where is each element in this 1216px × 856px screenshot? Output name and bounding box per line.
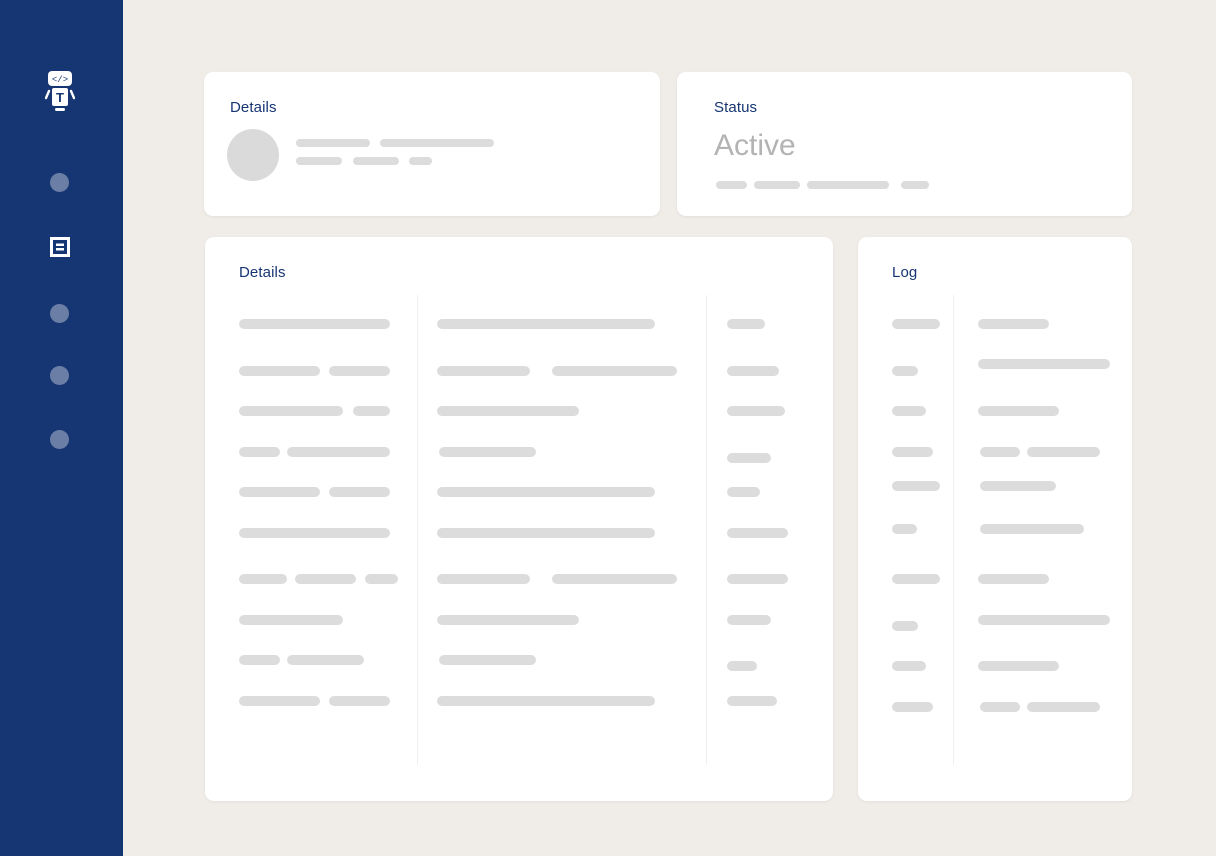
table-cell	[239, 574, 287, 584]
table-cell	[239, 366, 320, 376]
table-cell	[437, 319, 655, 329]
robot-logo-icon[interactable]: </> T	[45, 70, 75, 112]
table-cell	[329, 696, 390, 706]
nav-item-4[interactable]	[50, 366, 69, 385]
placeholder-line	[380, 139, 494, 147]
placeholder-line	[716, 181, 747, 189]
column-divider	[417, 295, 418, 765]
table-cell	[437, 366, 530, 376]
table-cell	[437, 528, 655, 538]
details-summary-card: Details	[204, 72, 660, 216]
log-cell	[978, 406, 1059, 416]
log-cell	[978, 359, 1110, 369]
log-cell	[892, 621, 918, 631]
log-cell	[892, 524, 917, 534]
table-cell	[439, 447, 536, 457]
details-table-card: Details	[205, 237, 833, 801]
placeholder-line	[901, 181, 929, 189]
table-cell	[727, 453, 771, 463]
log-cell	[892, 319, 940, 329]
table-cell	[727, 661, 757, 671]
table-cell	[239, 447, 280, 457]
table-cell	[295, 574, 356, 584]
table-cell	[239, 655, 280, 665]
avatar	[227, 129, 279, 181]
table-cell	[437, 487, 655, 497]
placeholder-line	[807, 181, 889, 189]
placeholder-line	[409, 157, 432, 165]
log-cell	[892, 702, 933, 712]
nav-item-3[interactable]	[50, 304, 69, 323]
log-cell	[892, 447, 933, 457]
log-cell	[980, 702, 1020, 712]
log-cell	[978, 661, 1059, 671]
table-cell	[727, 696, 777, 706]
log-cell	[1027, 447, 1100, 457]
nav-item-1[interactable]	[50, 173, 69, 192]
placeholder-line	[296, 157, 342, 165]
status-value: Active	[714, 129, 796, 162]
table-cell	[287, 655, 364, 665]
table-cell	[727, 366, 779, 376]
svg-text:T: T	[56, 90, 64, 105]
table-cell	[727, 487, 760, 497]
log-cell	[892, 406, 926, 416]
details-table-title: Details	[239, 264, 286, 281]
placeholder-line	[296, 139, 370, 147]
column-divider	[706, 295, 707, 765]
status-title: Status	[714, 99, 758, 116]
log-card: Log	[858, 237, 1132, 801]
table-cell	[727, 319, 765, 329]
table-cell	[437, 615, 579, 625]
table-cell	[239, 696, 320, 706]
table-cell	[239, 615, 343, 625]
table-cell	[329, 366, 390, 376]
log-cell	[1027, 702, 1100, 712]
table-cell	[437, 696, 655, 706]
log-cell	[978, 319, 1049, 329]
table-cell	[239, 487, 320, 497]
log-cell	[892, 481, 940, 491]
log-cell	[980, 481, 1056, 491]
table-cell	[727, 406, 785, 416]
table-cell	[552, 366, 677, 376]
column-divider	[953, 295, 954, 765]
log-cell	[978, 615, 1110, 625]
log-cell	[892, 661, 926, 671]
table-cell	[239, 528, 390, 538]
log-cell	[978, 574, 1049, 584]
table-cell	[365, 574, 398, 584]
svg-text:</>: </>	[52, 75, 68, 85]
table-cell	[239, 406, 343, 416]
table-cell	[437, 574, 530, 584]
table-cell	[239, 319, 390, 329]
log-title: Log	[892, 264, 918, 281]
details-summary-title: Details	[230, 99, 277, 116]
placeholder-line	[754, 181, 800, 189]
nav-item-5[interactable]	[50, 430, 69, 449]
log-cell	[980, 447, 1020, 457]
log-cell	[892, 574, 940, 584]
table-cell	[439, 655, 536, 665]
table-cell	[353, 406, 390, 416]
table-cell	[287, 447, 390, 457]
sidebar: </> T	[0, 0, 123, 856]
placeholder-line	[353, 157, 399, 165]
table-cell	[727, 574, 788, 584]
log-cell	[980, 524, 1084, 534]
table-cell	[329, 487, 390, 497]
status-card: Status Active	[677, 72, 1132, 216]
table-cell	[727, 615, 771, 625]
table-cell	[727, 528, 788, 538]
table-cell	[437, 406, 579, 416]
table-cell	[552, 574, 677, 584]
nav-item-document-icon[interactable]	[50, 237, 70, 257]
log-cell	[892, 366, 918, 376]
